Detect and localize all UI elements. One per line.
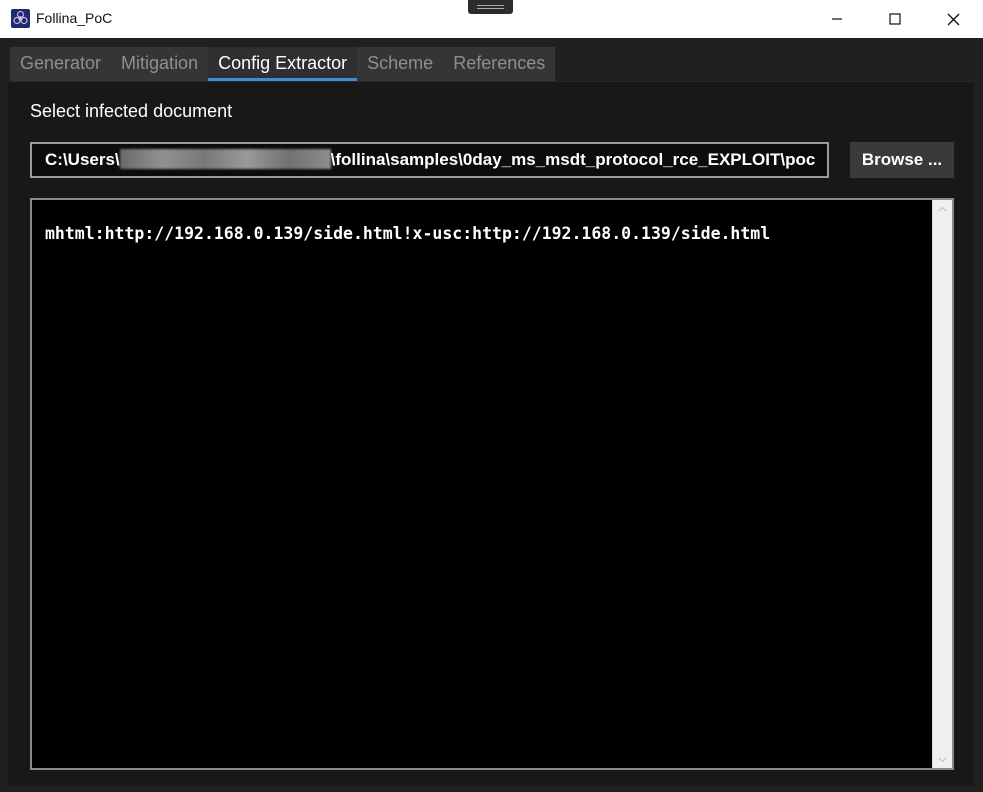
close-icon <box>947 13 959 25</box>
scroll-up-button[interactable] <box>933 200 952 217</box>
drag-grip-icon[interactable] <box>468 0 513 14</box>
path-suffix: \follina\samples\0day_ms_msdt_protocol_r… <box>330 150 816 169</box>
close-button[interactable] <box>924 0 982 38</box>
title-bar[interactable]: Follina_PoC <box>0 0 983 38</box>
select-document-label: Select infected document <box>30 101 233 121</box>
tab-strip: Generator Mitigation Config Extractor Sc… <box>10 47 556 81</box>
maximize-button[interactable] <box>866 0 924 38</box>
browse-button[interactable]: Browse ... <box>850 142 954 178</box>
tab-mitigation[interactable]: Mitigation <box>111 47 209 81</box>
config-extractor-panel: Select infected document C:\Users\ \folli… <box>8 81 974 786</box>
minimize-button[interactable] <box>808 0 866 38</box>
extracted-config-text: mhtml:http://192.168.0.139/side.html!x-u… <box>45 224 771 243</box>
vertical-scrollbar[interactable] <box>932 200 952 768</box>
minimize-icon <box>832 18 842 20</box>
tab-scheme[interactable]: Scheme <box>357 47 444 81</box>
extracted-config-output[interactable]: mhtml:http://192.168.0.139/side.html!x-u… <box>30 198 954 770</box>
biohazard-icon <box>11 9 30 28</box>
tab-references[interactable]: References <box>443 47 556 81</box>
window-content: Generator Mitigation Config Extractor Sc… <box>0 38 983 792</box>
scroll-down-button[interactable] <box>933 751 952 768</box>
window-title: Follina_PoC <box>36 10 113 26</box>
tab-config-extractor[interactable]: Config Extractor <box>208 47 358 81</box>
redacted-username <box>119 149 331 169</box>
chevron-down-icon <box>938 757 947 762</box>
chevron-up-icon <box>938 206 947 211</box>
path-prefix: C:\Users\ <box>45 150 120 169</box>
maximize-icon <box>889 13 901 25</box>
tab-generator[interactable]: Generator <box>10 47 112 81</box>
document-path-input[interactable]: C:\Users\ \follina\samples\0day_ms_msdt_p… <box>30 142 829 178</box>
